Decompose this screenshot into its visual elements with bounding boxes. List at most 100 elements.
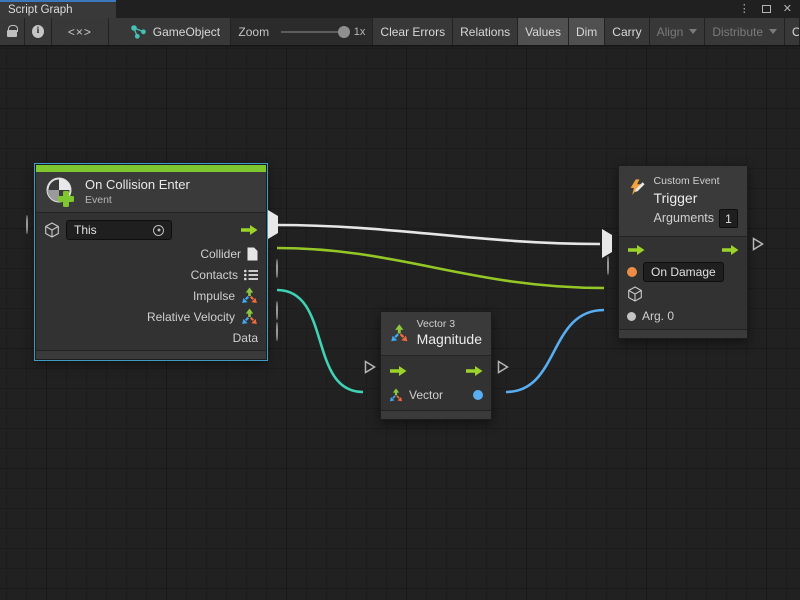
trigger-node-header: Custom Event Trigger Arguments 1	[619, 166, 747, 237]
port-contacts-output[interactable]	[276, 260, 278, 278]
vector-node-body: Vector	[381, 356, 491, 408]
port-row-collider: Collider	[36, 243, 266, 264]
overview-button[interactable]: Overv	[785, 18, 800, 45]
port-label: Arg. 0	[642, 309, 674, 323]
event-name-field[interactable]: On Damage	[643, 262, 724, 282]
node-title: Trigger	[654, 189, 738, 209]
float-output-icon	[473, 390, 483, 400]
clear-errors-label: Clear Errors	[380, 25, 445, 39]
tab-script-graph[interactable]: Script Graph	[0, 0, 116, 18]
port-row-flow	[619, 239, 747, 261]
graph-icon	[131, 25, 146, 39]
port-trigger-flow-input[interactable]	[602, 235, 612, 253]
target-object-value: This	[74, 223, 97, 237]
string-port-icon	[627, 267, 637, 277]
values-label: Values	[525, 25, 561, 39]
flow-out-icon	[240, 224, 258, 236]
event-name-value: On Damage	[651, 265, 716, 279]
cube-icon	[44, 222, 60, 238]
event-node-accent-strip	[36, 165, 266, 172]
port-label: Vector	[409, 388, 443, 402]
zoom-slider-handle[interactable]	[338, 26, 350, 38]
maximize-icon[interactable]	[762, 5, 771, 13]
kebab-menu-icon[interactable]: ⋮	[739, 4, 750, 15]
vector3-icon	[390, 322, 409, 344]
port-vector-flow-output[interactable]	[497, 360, 509, 374]
wire-collider-to-target[interactable]	[277, 248, 604, 288]
distribute-label: Distribute	[712, 25, 763, 39]
graph-toolbar: i <×> GameObject Zoom 1x Clear Errors Re…	[0, 18, 800, 46]
cube-icon	[627, 286, 643, 302]
value-port-icon	[627, 312, 636, 321]
list-icon	[244, 269, 258, 281]
port-row-contacts: Contacts	[36, 264, 266, 285]
port-row-impulse: Impulse	[36, 285, 266, 306]
port-label: Relative Velocity	[147, 310, 235, 324]
port-label: Collider	[200, 247, 241, 261]
graph-canvas[interactable]: On Collision Enter Event This Collider	[0, 47, 800, 600]
graph-target-button[interactable]: GameObject	[109, 18, 232, 45]
wire-flow-event-to-trigger[interactable]	[276, 225, 600, 244]
port-trigger-flow-output[interactable]	[752, 237, 764, 251]
node-trigger-custom-event[interactable]: Custom Event Trigger Arguments 1	[618, 165, 748, 339]
edit-code-button[interactable]: <×>	[52, 18, 109, 45]
event-node-header: On Collision Enter Event	[36, 172, 266, 213]
port-data-output[interactable]	[276, 323, 278, 341]
clear-errors-button[interactable]: Clear Errors	[373, 18, 453, 45]
wire-magnitude-to-arg0[interactable]	[506, 310, 604, 392]
carry-button[interactable]: Carry	[605, 18, 649, 45]
lock-icon	[7, 30, 17, 37]
zoom-control: Zoom 1x	[231, 18, 373, 45]
chevron-down-icon	[769, 29, 777, 34]
zoom-slider[interactable]	[281, 31, 348, 33]
vector3-icon	[241, 308, 258, 325]
port-label: Impulse	[193, 289, 235, 303]
port-trigger-name-input[interactable]	[607, 257, 609, 275]
unity-event-icon	[45, 176, 77, 208]
node-category: Custom Event	[654, 174, 738, 189]
lock-button[interactable]	[0, 18, 25, 45]
values-toggle[interactable]: Values	[518, 18, 569, 45]
document-icon	[247, 247, 258, 261]
object-picker-icon[interactable]	[153, 225, 164, 236]
distribute-dropdown[interactable]: Distribute	[705, 18, 785, 45]
node-subtitle: Event	[85, 194, 190, 207]
target-object-field[interactable]: This	[66, 220, 172, 240]
vector-node-footer	[381, 410, 491, 419]
event-node-footer	[36, 350, 266, 359]
node-vector3-magnitude[interactable]: Vector 3 Magnitude	[380, 311, 492, 420]
flow-in-icon	[627, 244, 645, 256]
port-relative-velocity-output[interactable]	[276, 302, 278, 320]
trigger-node-body: On Damage Arg. 0	[619, 237, 747, 327]
vector-node-header: Vector 3 Magnitude	[381, 312, 491, 356]
port-row-target: This	[36, 217, 266, 243]
dim-label: Dim	[576, 25, 597, 39]
port-this-input[interactable]	[26, 216, 28, 234]
close-icon[interactable]: ✕	[783, 4, 792, 15]
port-row-data: Data	[36, 327, 266, 348]
node-title: Magnitude	[417, 331, 482, 349]
graph-target-label: GameObject	[153, 25, 220, 39]
zoom-label: Zoom	[238, 25, 269, 39]
chevron-down-icon	[689, 29, 697, 34]
carry-label: Carry	[612, 25, 641, 39]
flow-out-icon	[721, 244, 739, 256]
align-dropdown[interactable]: Align	[650, 18, 706, 45]
tab-label: Script Graph	[8, 4, 73, 16]
arguments-count-field[interactable]: 1	[719, 209, 738, 228]
relations-label: Relations	[460, 25, 510, 39]
port-flow-output[interactable]	[268, 216, 278, 234]
info-button[interactable]: i	[25, 18, 52, 45]
port-row-arg0: Arg. 0	[619, 305, 747, 327]
vector3-icon	[241, 287, 258, 304]
overview-label: Overv	[792, 25, 800, 39]
wire-impulse-to-vector[interactable]	[277, 290, 363, 392]
arguments-label: Arguments	[654, 210, 714, 228]
port-label: Data	[233, 331, 258, 345]
window-controls: ⋮ ✕	[739, 0, 800, 18]
node-on-collision-enter[interactable]: On Collision Enter Event This Collider	[35, 164, 267, 360]
relations-button[interactable]: Relations	[453, 18, 518, 45]
port-vector-flow-input[interactable]	[364, 360, 376, 374]
port-row-event-name: On Damage	[619, 261, 747, 283]
dim-toggle[interactable]: Dim	[569, 18, 605, 45]
